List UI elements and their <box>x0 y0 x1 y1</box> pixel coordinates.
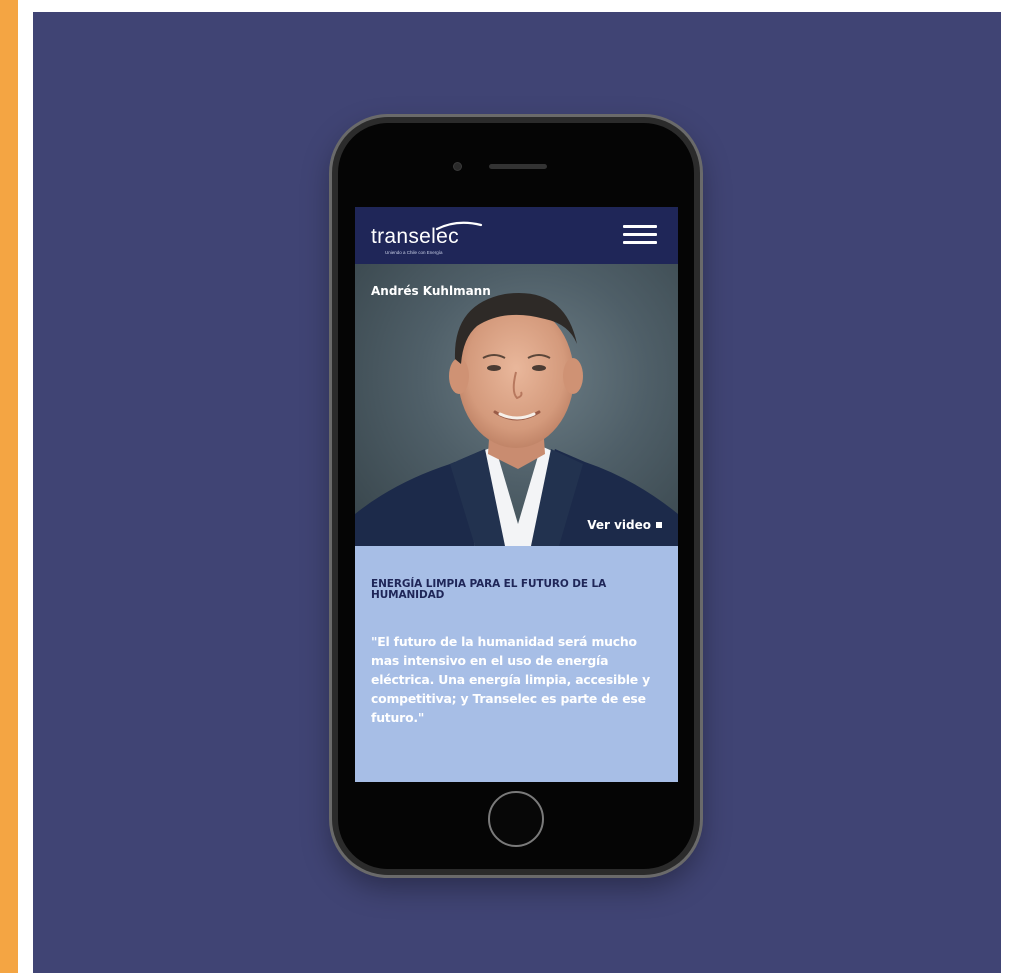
quote-text: "El futuro de la humanidad será mucho ma… <box>371 634 650 725</box>
section-headline: ENERGÍA LIMPIA PARA EL FUTURO DE LA HUMA… <box>371 578 607 601</box>
portrait-photo <box>355 293 678 546</box>
site-header: transelec Uniendo a Chile con Energía <box>355 207 678 264</box>
phone-screen: transelec Uniendo a Chile con Energía An… <box>355 207 678 782</box>
logo-swoosh-icon <box>435 221 483 231</box>
phone-home-button[interactable] <box>488 791 544 847</box>
watch-video-link[interactable]: Ver video <box>587 518 662 532</box>
hamburger-menu-icon[interactable] <box>623 225 657 245</box>
orange-strip <box>0 0 18 973</box>
hero-portrait-section: Andrés Kuhlmann Ver video <box>355 264 678 546</box>
person-name: Andrés Kuhlmann <box>371 284 491 298</box>
phone-camera <box>454 163 461 170</box>
watch-video-label: Ver video <box>587 518 651 532</box>
transelec-logo[interactable]: transelec Uniendo a Chile con Energía <box>371 219 501 257</box>
square-stop-icon <box>656 522 662 528</box>
logo-tagline: Uniendo a Chile con Energía <box>385 250 443 255</box>
quote-section: ENERGÍA LIMPIA PARA EL FUTURO DE LA HUMA… <box>355 546 678 782</box>
phone-speaker <box>489 164 547 169</box>
